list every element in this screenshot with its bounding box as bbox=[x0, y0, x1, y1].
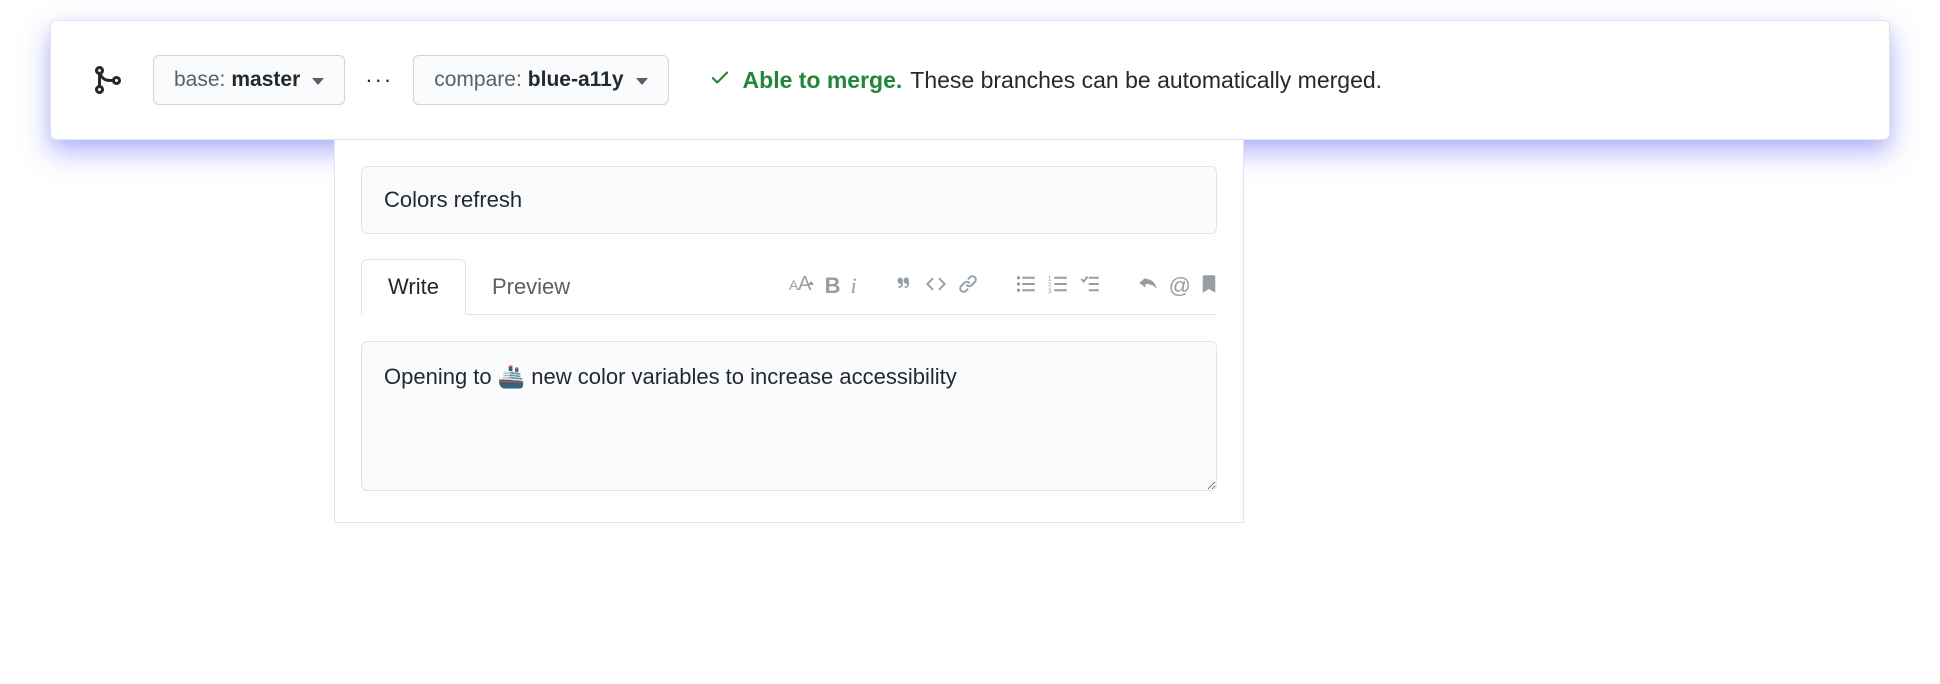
task-list-icon[interactable] bbox=[1079, 274, 1101, 299]
base-label: base: bbox=[174, 68, 225, 92]
ordered-list-icon[interactable]: 123 bbox=[1047, 274, 1069, 299]
svg-text:3: 3 bbox=[1048, 287, 1052, 293]
merge-status: Able to merge. These branches can be aut… bbox=[709, 66, 1383, 94]
compare-branch-select[interactable]: compare: blue-a11y bbox=[413, 55, 668, 105]
base-branch-name: master bbox=[231, 68, 300, 92]
link-icon[interactable] bbox=[957, 274, 979, 299]
bold-icon[interactable]: B bbox=[825, 275, 841, 297]
check-icon bbox=[709, 66, 731, 94]
code-icon[interactable] bbox=[925, 274, 947, 299]
pr-body-textarea[interactable] bbox=[361, 341, 1217, 491]
merge-status-strong: Able to merge. bbox=[743, 67, 903, 94]
pr-title-input[interactable] bbox=[361, 166, 1217, 234]
triangle-down-icon bbox=[636, 68, 648, 92]
markdown-toolbar: AA B i 123 bbox=[763, 274, 1217, 299]
editor-tabs: Write Preview AA B i bbox=[361, 258, 1217, 315]
tab-write-label: Write bbox=[388, 274, 439, 299]
bookmark-icon[interactable] bbox=[1201, 274, 1217, 299]
merge-status-text: These branches can be automatically merg… bbox=[910, 67, 1382, 94]
mention-icon[interactable]: @ bbox=[1169, 275, 1191, 297]
tab-write[interactable]: Write bbox=[361, 259, 466, 315]
heading-icon[interactable]: AA bbox=[789, 274, 815, 299]
ellipsis-separator: ··· bbox=[365, 67, 393, 93]
compare-label: compare: bbox=[434, 68, 522, 92]
pr-editor-pane: Write Preview AA B i bbox=[334, 140, 1244, 523]
quote-icon[interactable] bbox=[893, 274, 915, 299]
tab-preview[interactable]: Preview bbox=[466, 260, 596, 314]
base-branch-select[interactable]: base: master bbox=[153, 55, 345, 105]
unordered-list-icon[interactable] bbox=[1015, 274, 1037, 299]
tab-preview-label: Preview bbox=[492, 274, 570, 299]
triangle-down-icon bbox=[312, 68, 324, 92]
git-compare-icon bbox=[91, 64, 123, 96]
reply-icon[interactable] bbox=[1137, 274, 1159, 299]
italic-icon[interactable]: i bbox=[851, 275, 857, 297]
compare-bar: base: master ··· compare: blue-a11y Able… bbox=[50, 20, 1890, 140]
compare-branch-name: blue-a11y bbox=[528, 68, 624, 92]
